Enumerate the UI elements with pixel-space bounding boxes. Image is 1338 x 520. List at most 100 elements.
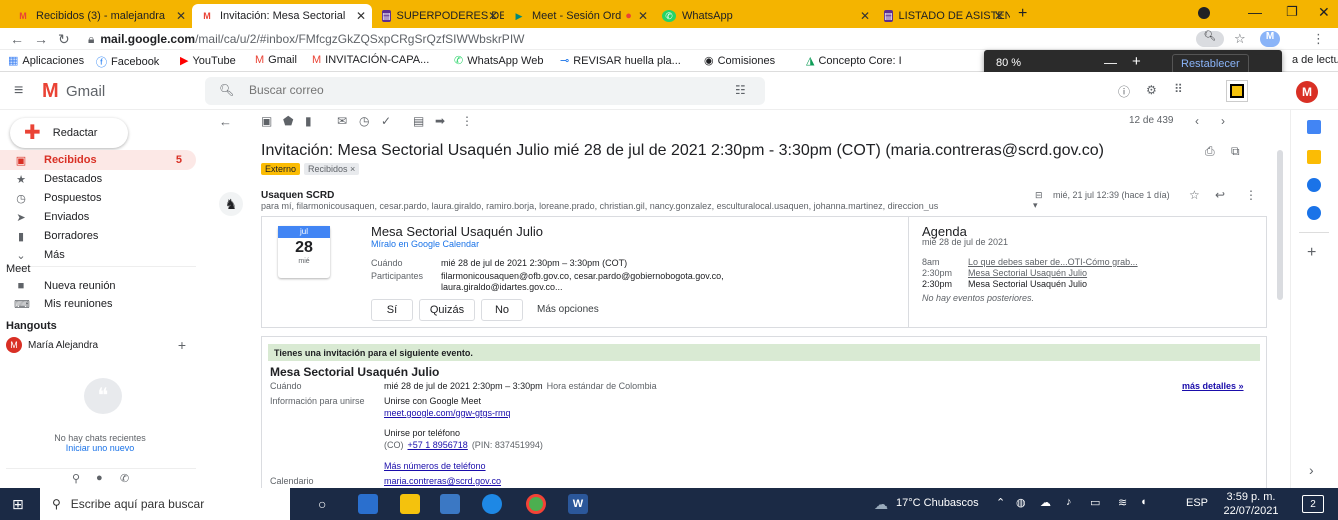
store-icon[interactable] bbox=[358, 494, 378, 514]
search-input[interactable] bbox=[249, 83, 709, 97]
calendar-app-icon[interactable] bbox=[1307, 120, 1321, 134]
gmail-logo-icon[interactable]: M bbox=[42, 80, 59, 103]
label-icon[interactable]: ➡ bbox=[435, 114, 445, 128]
zoom-out-button[interactable]: — bbox=[1104, 55, 1117, 70]
apps-grid-icon[interactable]: ⠿ bbox=[1174, 82, 1183, 96]
tasks-app-icon[interactable] bbox=[1307, 178, 1321, 192]
network-icon[interactable]: ≋ bbox=[1118, 496, 1127, 509]
more-icon[interactable]: ⋮ bbox=[461, 114, 473, 128]
zoom-in-button[interactable]: + bbox=[1132, 53, 1141, 70]
snooze-icon[interactable]: ◷ bbox=[359, 114, 369, 128]
close-icon[interactable]: ✕ bbox=[176, 9, 186, 23]
sidebar-item-sent[interactable]: ➤ Enviados bbox=[0, 207, 196, 227]
new-tab-button[interactable]: + bbox=[1018, 5, 1027, 23]
notification-center[interactable]: 2 bbox=[1302, 495, 1324, 513]
scrollbar[interactable] bbox=[1277, 150, 1283, 300]
expand-panel-icon[interactable]: › bbox=[1309, 462, 1314, 478]
bookmark-whatsapp-web[interactable]: ✆ WhatsApp Web bbox=[454, 54, 543, 68]
tray-chevron-icon[interactable]: ⌃ bbox=[996, 496, 1005, 509]
tray-apps-icon[interactable]: ◍ bbox=[1016, 496, 1026, 509]
close-icon[interactable]: ✕ bbox=[356, 9, 366, 23]
maximize-icon[interactable]: ❐ bbox=[1286, 4, 1298, 20]
back-to-inbox-icon[interactable]: ← bbox=[219, 114, 232, 129]
open-new-window-icon[interactable]: ⧉ bbox=[1231, 144, 1240, 159]
delete-icon[interactable]: ▮ bbox=[305, 114, 312, 128]
contacts-app-icon[interactable] bbox=[1307, 206, 1321, 220]
more-details-link[interactable]: más detalles » bbox=[1182, 381, 1244, 391]
volume-icon[interactable]: ◖ bbox=[1140, 496, 1147, 508]
tab-whatsapp[interactable]: ✆ WhatsApp ✕ bbox=[654, 4, 876, 28]
bookmark-facebook[interactable]: ⓕ Facebook bbox=[96, 54, 159, 70]
rsvp-maybe-button[interactable]: Quizás bbox=[419, 299, 475, 321]
chat-icon[interactable]: ● bbox=[96, 472, 103, 484]
file-explorer-icon[interactable] bbox=[400, 494, 420, 514]
label-inbox[interactable]: Recibidos × bbox=[304, 163, 360, 175]
windows-start-icon[interactable]: ⊞ bbox=[12, 497, 28, 511]
minimize-icon[interactable]: — bbox=[1248, 4, 1262, 20]
mic-icon[interactable]: ♪ bbox=[1066, 496, 1072, 508]
task-view-icon[interactable]: ○ bbox=[318, 496, 326, 512]
bookmark-youtube[interactable]: ▶ YouTube bbox=[180, 54, 236, 68]
more-icon[interactable]: ⋮ bbox=[1245, 188, 1257, 202]
bookmark-invitacion[interactable]: M INVITACIÓN-CAPA... bbox=[312, 54, 429, 66]
back-icon[interactable]: ← bbox=[10, 31, 24, 47]
rsvp-yes-button[interactable]: Sí bbox=[371, 299, 413, 321]
clock[interactable]: 3:59 p. m. 22/07/2021 bbox=[1220, 490, 1282, 518]
sidebar-item-snoozed[interactable]: ◷ Pospuestos bbox=[0, 188, 196, 208]
weather-text[interactable]: 17°C Chubascos bbox=[896, 497, 979, 509]
start-chat-link[interactable]: Iniciar uno nuevo bbox=[0, 443, 200, 453]
add-chat-icon[interactable]: + bbox=[178, 337, 186, 353]
close-icon[interactable]: ✕ bbox=[638, 9, 648, 23]
word-icon[interactable]: W bbox=[568, 494, 588, 514]
show-details-icon[interactable]: ▾ bbox=[1033, 200, 1038, 211]
bookmark-comisiones[interactable]: ◉ Comisiones bbox=[704, 54, 775, 68]
search-options-icon[interactable]: ☷ bbox=[735, 83, 746, 97]
window-close-icon[interactable]: ✕ bbox=[1318, 4, 1330, 21]
archive-icon[interactable]: ▣ bbox=[261, 114, 272, 128]
main-menu-icon[interactable]: ≡ bbox=[14, 82, 23, 100]
meet-my-meetings[interactable]: ⌨ Mis reuniones bbox=[0, 294, 196, 314]
sidebar-item-more[interactable]: ⌄ Más bbox=[0, 245, 196, 265]
more-options-button[interactable]: Más opciones bbox=[537, 304, 599, 315]
bookmark-star-icon[interactable]: ☆ bbox=[1234, 31, 1246, 47]
sender-name[interactable]: Usaquen SCRD bbox=[261, 190, 334, 201]
add-addon-icon[interactable]: + bbox=[1307, 244, 1316, 262]
profile-avatar[interactable]: M bbox=[1260, 31, 1280, 47]
bookmark-gmail[interactable]: M Gmail bbox=[255, 54, 297, 66]
bookmark-apps[interactable]: ▦ Aplicaciones bbox=[8, 54, 84, 68]
meet-new-meeting[interactable]: ■ Nueva reunión bbox=[0, 276, 196, 296]
taskbar-search[interactable]: ⚲ Escribe aquí para buscar bbox=[40, 488, 290, 520]
forward-icon[interactable]: → bbox=[34, 31, 48, 47]
bookmark-concepto[interactable]: ◮ Concepto Core: I bbox=[806, 54, 902, 68]
report-spam-icon[interactable]: ⬟ bbox=[283, 114, 293, 128]
reading-list[interactable]: a de lectura bbox=[1292, 54, 1338, 66]
label-external[interactable]: Externo bbox=[261, 163, 301, 175]
search-zoom-icon[interactable]: 🔍︎ bbox=[1196, 31, 1224, 47]
agenda-event-link[interactable]: Lo que debes saber de...OTI-Cómo grab... bbox=[968, 257, 1138, 267]
hangouts-user[interactable]: M María Alejandra + bbox=[6, 337, 186, 353]
google-calendar-link[interactable]: Míralo en Google Calendar bbox=[371, 239, 479, 249]
sidebar-item-drafts[interactable]: ▮ Borradores bbox=[0, 226, 196, 246]
close-icon[interactable]: ✕ bbox=[860, 9, 870, 23]
person-icon[interactable]: ⚲ bbox=[72, 472, 80, 485]
meet-link[interactable]: meet.google.com/ggw-gtgs-rmq bbox=[384, 408, 511, 418]
sender-avatar[interactable]: ♞ bbox=[219, 192, 243, 216]
reply-icon[interactable]: ↩ bbox=[1215, 188, 1225, 202]
phone-icon[interactable]: ✆ bbox=[120, 472, 129, 485]
rsvp-no-button[interactable]: No bbox=[481, 299, 523, 321]
settings-icon[interactable]: ⚙ bbox=[1146, 83, 1157, 97]
mail-app-icon[interactable] bbox=[440, 494, 460, 514]
tab-listado[interactable]: ▤ LISTADO DE ASISTENC ✕ bbox=[876, 4, 1010, 28]
next-icon[interactable]: › bbox=[1221, 114, 1225, 128]
print-icon[interactable]: ⎙ bbox=[1205, 144, 1215, 159]
mark-unread-icon[interactable]: ✉ bbox=[337, 114, 347, 128]
sidebar-item-inbox[interactable]: ▣ Recibidos 5 bbox=[0, 150, 196, 170]
sidebar-item-starred[interactable]: ★ Destacados bbox=[0, 169, 196, 189]
battery-icon[interactable]: ▭ bbox=[1090, 496, 1100, 509]
tab-meet[interactable]: ▶ Meet - Sesión Ord ● ✕ bbox=[504, 4, 654, 28]
agenda-event-link[interactable]: Mesa Sectorial Usaquén Julio bbox=[968, 268, 1087, 278]
chrome-icon[interactable] bbox=[526, 494, 546, 514]
phone-link[interactable]: +57 1 8956718 bbox=[408, 440, 468, 450]
tab-invitation[interactable]: M Invitación: Mesa Sectorial ✕ bbox=[192, 4, 372, 28]
url-field[interactable]: 🔒︎ mail.google.com/mail/ca/u/2/#inbox/FM… bbox=[88, 30, 1228, 48]
